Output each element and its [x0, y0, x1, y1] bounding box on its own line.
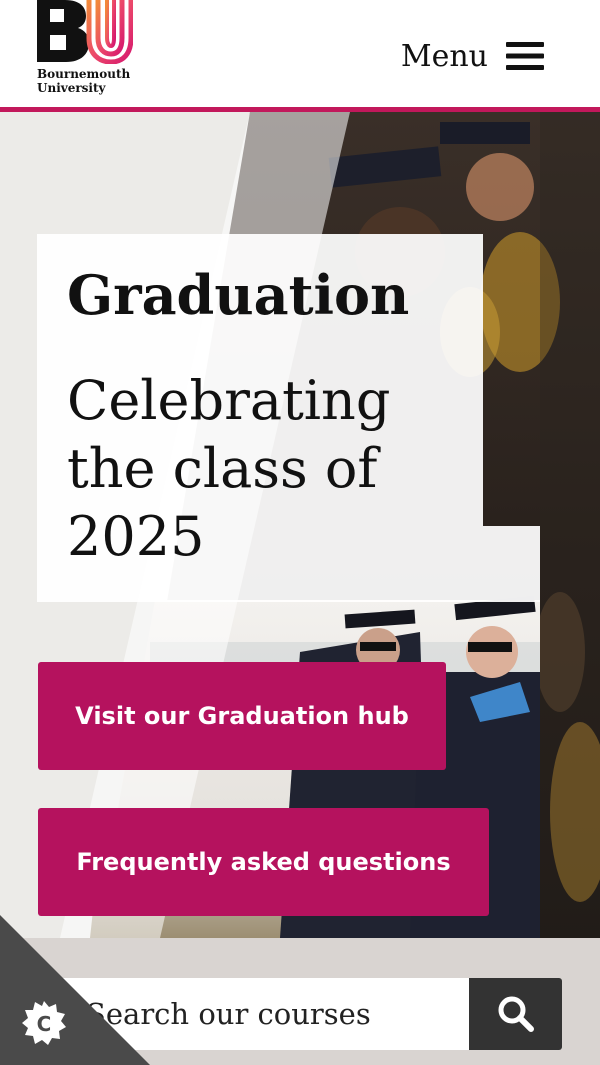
menu-button[interactable]: Menu — [401, 34, 544, 78]
cookie-letter: C — [37, 1012, 52, 1036]
graduation-hero: Graduation Celebrating the class of 2025… — [0, 112, 600, 938]
graduation-hub-button[interactable]: Visit our Graduation hub — [38, 662, 446, 770]
site-header: Bournemouth University Menu — [0, 0, 600, 107]
hero-heading: Graduation — [67, 263, 410, 327]
bu-logo-mark — [37, 0, 133, 64]
hero-subheading: Celebrating the class of 2025 — [67, 369, 391, 568]
logo-wordmark: Bournemouth University — [37, 67, 157, 95]
cookie-settings-button[interactable]: C — [0, 915, 150, 1065]
university-logo[interactable]: Bournemouth University — [37, 0, 147, 100]
hamburger-icon — [506, 42, 544, 70]
cookie-settings-icon: C — [0, 915, 150, 1065]
logo-line-1: Bournemouth — [37, 67, 131, 81]
faq-button[interactable]: Frequently asked questions — [38, 808, 489, 916]
search-icon — [498, 996, 534, 1032]
page: Bournemouth University Menu Graduation C… — [0, 0, 600, 1065]
search-button[interactable] — [469, 978, 562, 1050]
header-accent-rule — [0, 107, 600, 112]
logo-line-2: University — [37, 81, 106, 95]
menu-label: Menu — [400, 38, 488, 74]
